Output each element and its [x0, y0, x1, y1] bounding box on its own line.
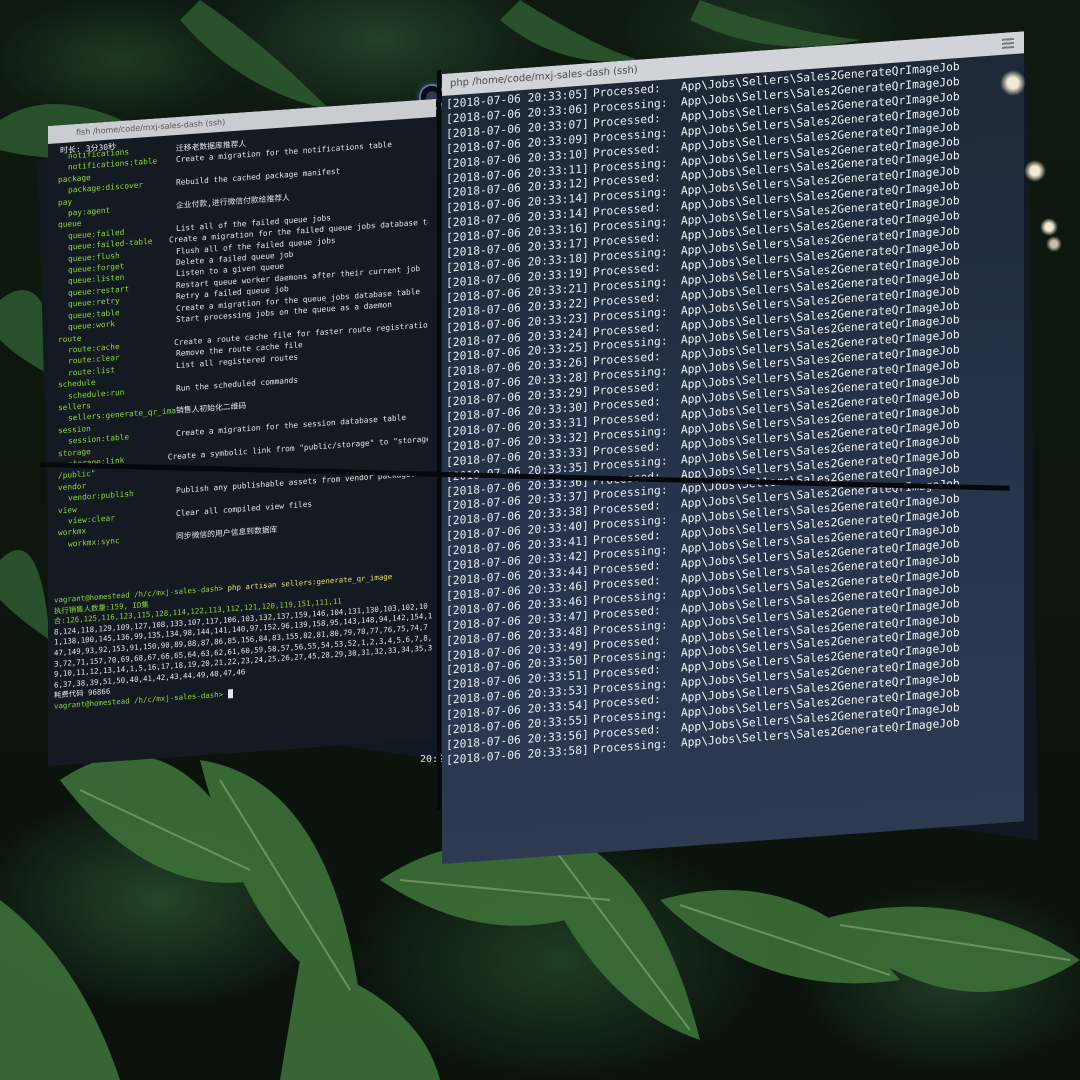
text-cursor[interactable] — [227, 689, 233, 699]
light-reflection — [1000, 70, 1026, 96]
light-reflection — [1040, 218, 1058, 236]
shell-output[interactable]: vagrant@homestead /h/c/mxj-sales-dash> p… — [54, 569, 436, 712]
left-terminal-window[interactable]: fish /home/code/mxj-sales-dash (ssh) 时长:… — [48, 98, 436, 766]
cost-label: 耗费代码 — [54, 688, 84, 700]
hamburger-menu-icon[interactable] — [1002, 37, 1014, 49]
cost-value: 96866 — [88, 686, 111, 698]
right-terminal-window[interactable]: php /home/code/mxj-sales-dash (ssh) [201… — [442, 31, 1024, 864]
queue-worker-log: [2018-07-06 20:33:05] Processed: App\Jobs\… — [442, 53, 1024, 771]
artisan-command-list: notifications 迁移老数据库推荐人 notifications:tabl… — [58, 125, 428, 550]
monitor-bezel-vertical — [437, 69, 441, 811]
light-reflection — [1046, 236, 1062, 252]
light-reflection — [1024, 160, 1046, 182]
